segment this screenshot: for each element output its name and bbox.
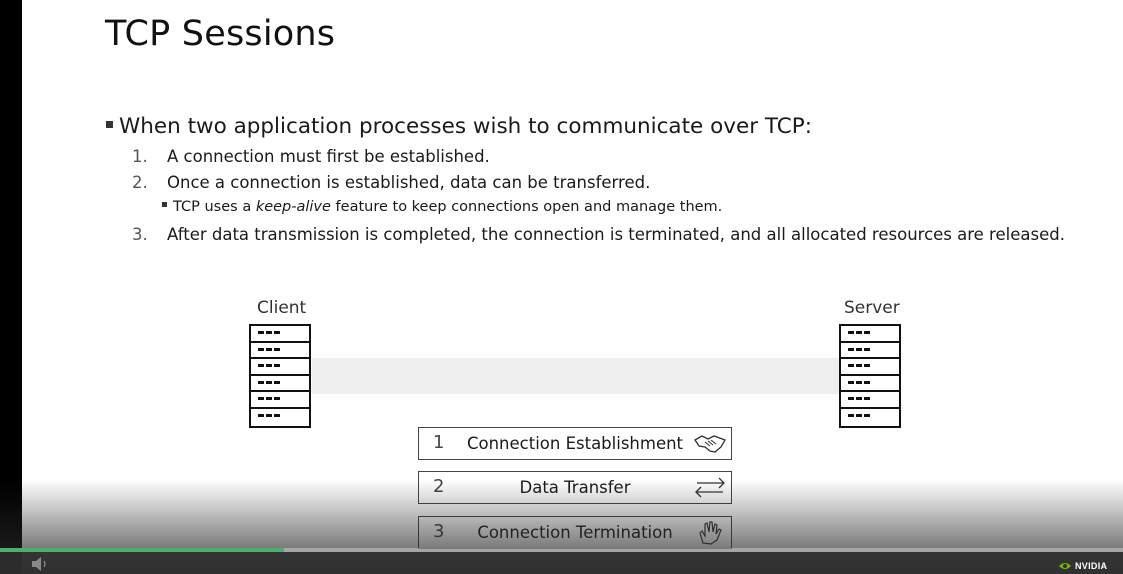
list-item-text: A connection must first be established.: [167, 147, 490, 166]
connection-link: [312, 358, 840, 394]
server-label: Server: [844, 298, 900, 318]
step-number: 2: [433, 476, 445, 497]
list-item: 1. A connection must first be established…: [132, 147, 490, 166]
step-number: 1: [433, 432, 445, 453]
step-label: Connection Establishment: [466, 434, 684, 453]
step-label: Data Transfer: [519, 478, 631, 497]
server-rack-icon: [839, 324, 901, 428]
client-server-rack-icon: [249, 324, 311, 428]
main-bullet-text: When two application processes wish to c…: [119, 114, 812, 139]
slide: TCP Sessions When two application proces…: [22, 0, 1123, 574]
list-number: 2.: [132, 173, 148, 192]
list-number: 3.: [132, 225, 148, 244]
sub-bullet: TCP uses a keep-alive feature to keep co…: [162, 199, 722, 215]
nvidia-eye-icon: [1059, 563, 1071, 569]
step-connection-establishment: 1 Connection Establishment: [418, 427, 732, 460]
list-item: 3. After data transmission is completed, …: [132, 225, 1065, 244]
list-item-text: After data transmission is completed, th…: [167, 225, 1065, 244]
bullet-square-icon: [106, 121, 113, 128]
list-number: 1.: [132, 147, 148, 166]
nvidia-logo-text: NVIDIA: [1075, 561, 1108, 571]
nvidia-logo: NVIDIA: [1058, 560, 1107, 572]
handshake-icon: [694, 435, 726, 453]
bidirectional-arrows-icon: [695, 477, 725, 498]
sub-bullet-prefix: TCP uses a: [173, 199, 256, 215]
slide-title: TCP Sessions: [105, 14, 336, 54]
step-number: 3: [433, 521, 445, 542]
sub-bullet-emphasis: keep-alive: [255, 199, 331, 215]
step-connection-termination: 3 Connection Termination: [418, 516, 732, 549]
sub-bullet-suffix: feature to keep connections open and man…: [330, 199, 723, 215]
list-item-text: Once a connection is established, data c…: [167, 173, 651, 192]
volume-icon[interactable]: [30, 556, 50, 572]
player-controls-bar: [0, 552, 1123, 574]
list-item: 2. Once a connection is established, data…: [132, 173, 650, 192]
step-data-transfer: 2 Data Transfer: [418, 471, 732, 504]
step-label: Connection Termination: [477, 523, 673, 542]
client-label: Client: [257, 298, 307, 318]
waving-hand-icon: [699, 521, 722, 545]
bullet-square-icon: [162, 202, 167, 207]
main-bullet: When two application processes wish to c…: [106, 114, 812, 139]
